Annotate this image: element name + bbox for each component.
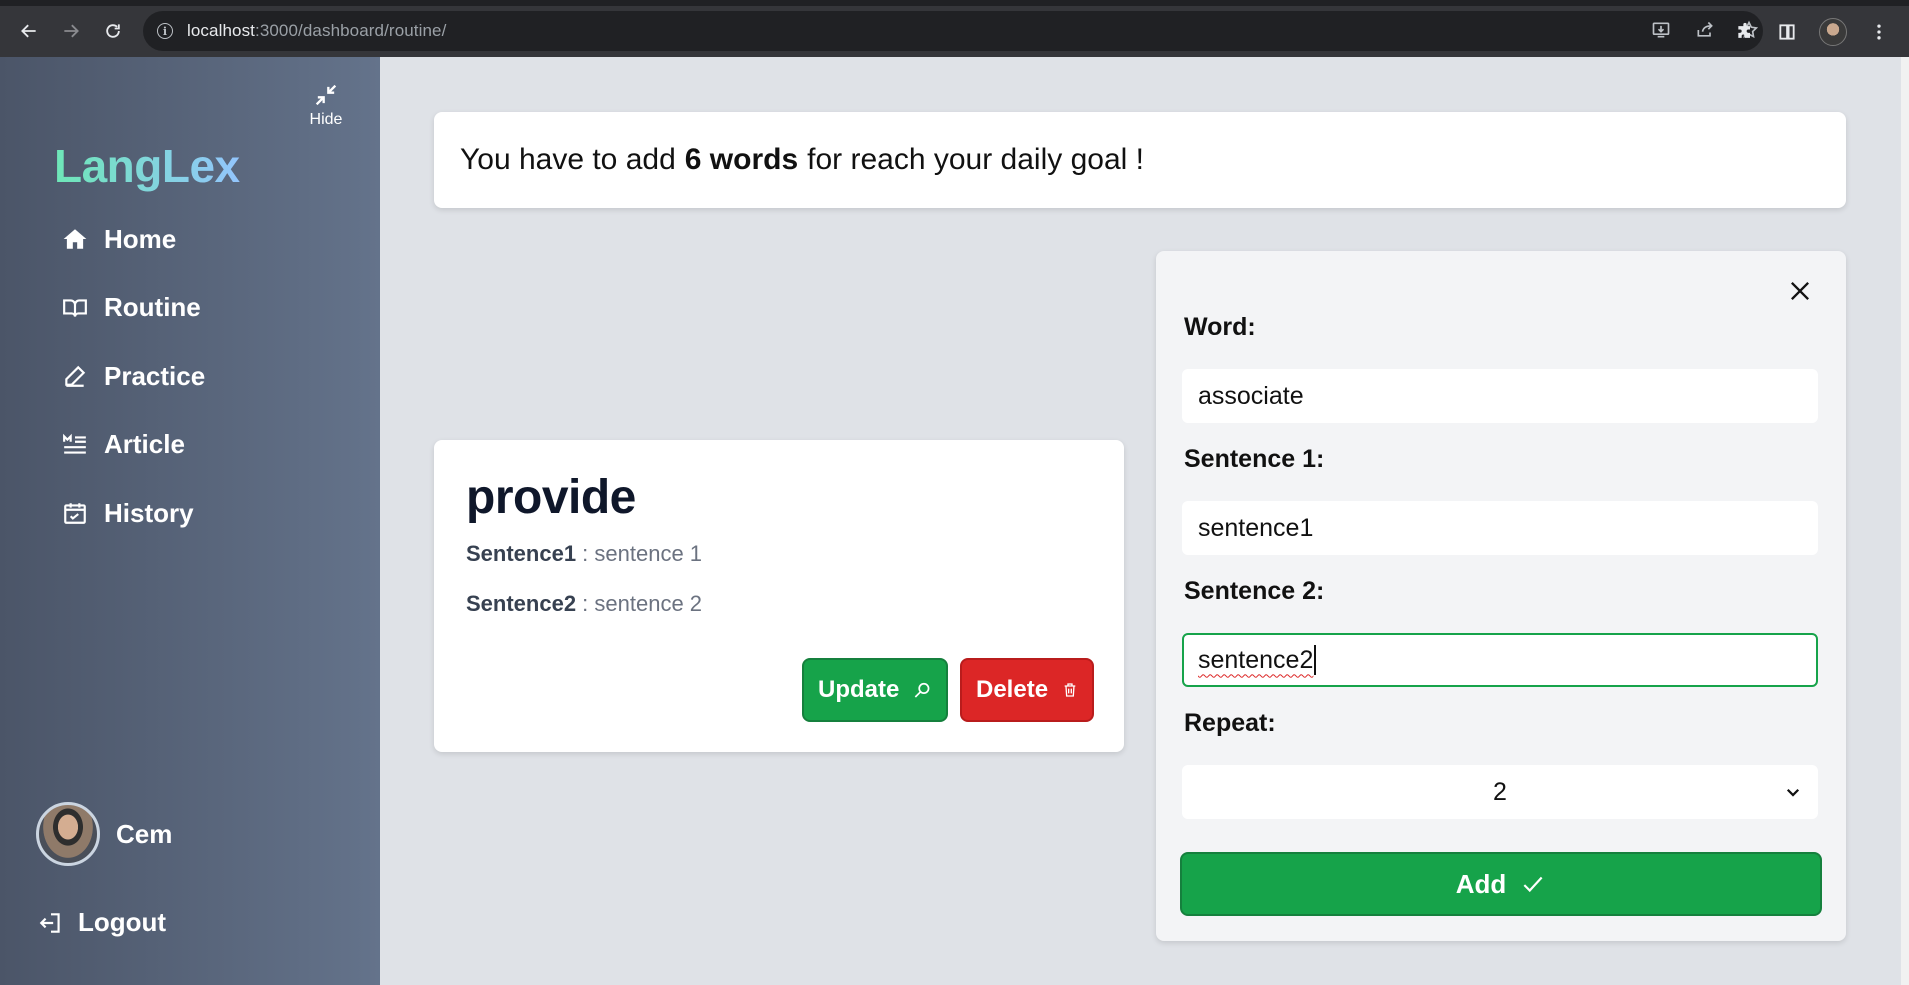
extensions-puzzle-icon[interactable] [1735,22,1755,42]
reload-button[interactable] [98,16,128,46]
home-icon [63,229,87,249]
update-button[interactable]: Update [802,658,948,722]
arrow-right-icon [64,24,79,38]
url-path: :3000/dashboard/routine/ [255,21,447,40]
side-panel-icon[interactable] [1777,22,1797,42]
word-label: Word: [1184,313,1256,341]
article-icon [63,433,86,454]
back-button[interactable] [14,16,44,46]
sentence2-value: sentence 2 [594,591,703,616]
repeat-label: Repeat: [1184,709,1276,737]
sentence1-input[interactable]: sentence1 [1182,501,1818,555]
repeat-select[interactable]: 2 [1182,765,1818,819]
logout-icon [39,912,60,933]
sidebar: Hide LangLex Home Routine Practice Artic… [0,57,380,985]
sentence1-input-value: sentence1 [1198,513,1314,542]
sidebar-nav: Home Routine Practice Article History [62,219,205,562]
word-title: provide [466,471,636,524]
sentence1-row: Sentence1 : sentence 1 [466,541,703,566]
delete-button[interactable]: Delete [960,658,1094,722]
word-input-value: associate [1198,381,1304,410]
word-card: provide Sentence1 : sentence 1 Sentence2… [434,440,1124,752]
book-open-icon [63,298,87,317]
banner-highlight: 6 words [684,143,799,176]
add-word-form: Word: associate Sentence 1: sentence1 Se… [1156,251,1846,941]
site-info-icon[interactable]: i [157,23,173,39]
forward-button[interactable] [56,16,86,46]
sidebar-item-home[interactable]: Home [62,219,205,259]
sidebar-item-label: Practice [104,360,206,391]
sidebar-item-label: Routine [104,292,201,322]
sentence1-label: Sentence1 [466,541,577,566]
sentence2-field-label: Sentence 2: [1184,577,1325,605]
sidebar-item-label: Article [104,429,185,459]
delete-label: Delete [976,676,1049,703]
avatar [36,802,100,866]
more-vertical-icon[interactable] [1869,22,1889,42]
extension-area [1735,18,1889,46]
logout-button[interactable]: Logout [38,907,166,938]
sidebar-item-label: Home [104,223,177,254]
share-icon[interactable] [1695,20,1715,40]
repeat-select-value: 2 [1493,777,1507,806]
trash-icon [1064,683,1076,697]
add-button[interactable]: Add [1180,852,1822,916]
card-actions: Update Delete [802,658,1094,722]
url-host: localhost [187,21,255,40]
sidebar-item-practice[interactable]: Practice [62,356,205,396]
sidebar-item-routine[interactable]: Routine [62,288,205,328]
user-name: Cem [116,818,173,849]
daily-goal-banner: You have to add 6 words for reach your dai… [434,112,1846,208]
browser-toolbar: i localhost:3000/dashboard/routine/ [0,0,1909,57]
hide-label: Hide [309,111,343,128]
banner-suffix: for reach your daily goal ! [807,143,1144,176]
user-profile[interactable]: Cem [36,802,172,866]
sentence2-row: Sentence2 : sentence 2 [466,591,703,616]
reload-icon [106,24,120,38]
sentence1-field-label: Sentence 1: [1184,445,1325,473]
checkmark-icon [1523,876,1543,893]
hide-sidebar-button[interactable]: Hide [306,81,346,129]
banner-prefix: You have to add [460,143,676,176]
update-label: Update [818,676,900,703]
pencil-icon [65,365,86,387]
sentence2-label: Sentence2 [466,591,577,616]
close-icon [1791,282,1809,300]
sentence1-value: sentence 1 [594,541,703,566]
chevron-down-icon [1786,788,1800,797]
collapse-arrows-icon [315,84,337,106]
app-logo[interactable]: LangLex [54,139,240,193]
profile-avatar[interactable] [1819,18,1847,46]
add-label: Add [1455,868,1507,899]
calendar-check-icon [64,503,86,524]
page-scrollbar[interactable] [1901,57,1909,985]
url-text: localhost:3000/dashboard/routine/ [187,21,446,41]
search-icon [915,682,930,698]
address-bar[interactable]: i localhost:3000/dashboard/routine/ [143,11,1763,51]
sentence2-input[interactable]: sentence2 [1182,633,1818,687]
arrow-left-icon [21,24,36,38]
sidebar-item-article[interactable]: Article [62,425,205,465]
word-input[interactable]: associate [1182,369,1818,423]
install-app-icon[interactable] [1651,20,1671,40]
close-form-button[interactable] [1786,277,1814,305]
text-caret [1314,645,1317,675]
logout-label: Logout [78,907,167,937]
sentence2-input-value: sentence2 [1198,645,1314,674]
sidebar-item-label: History [104,497,194,528]
sidebar-item-history[interactable]: History [62,493,205,533]
